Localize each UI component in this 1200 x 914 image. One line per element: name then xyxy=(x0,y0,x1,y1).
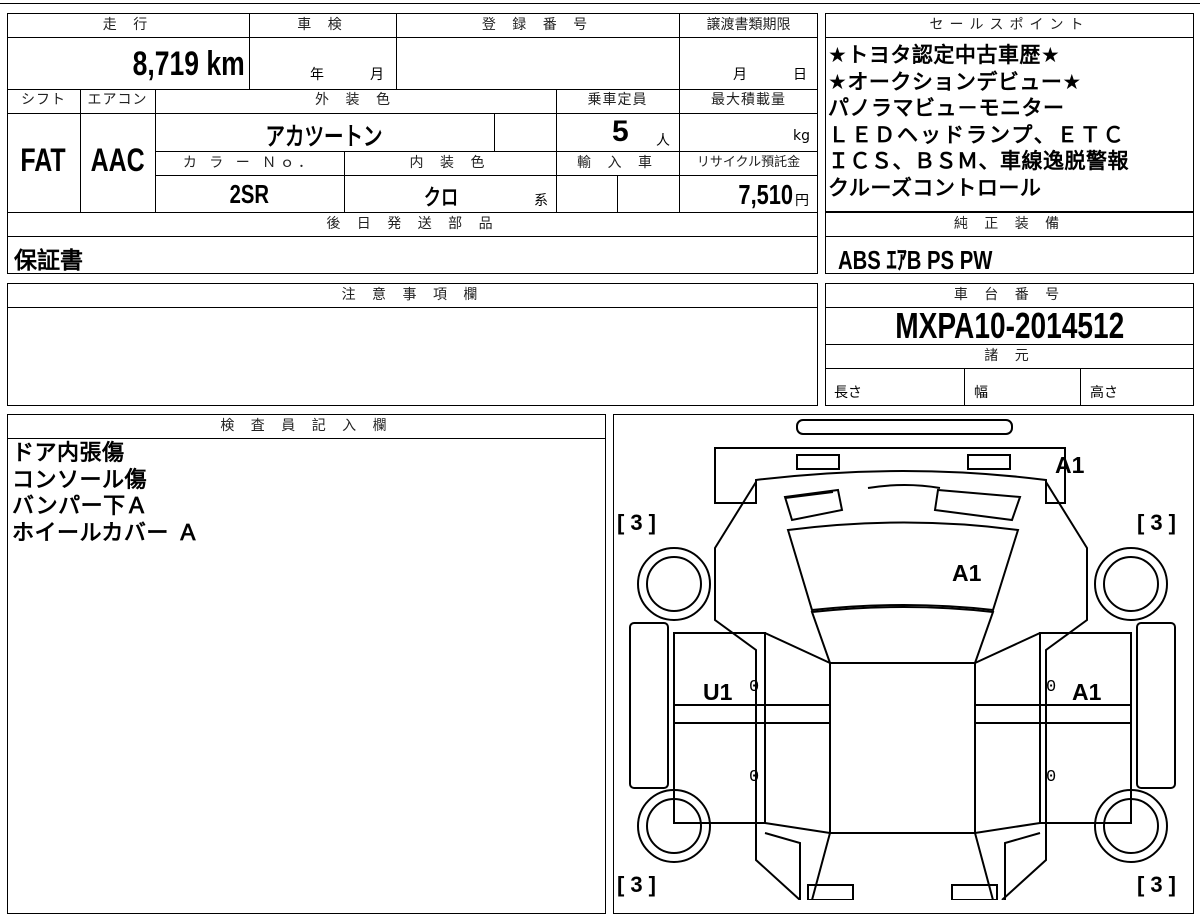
zero-left-front: 0 xyxy=(749,768,760,787)
color-no-value: 2SR xyxy=(229,179,270,209)
exterior-color-header: 外 装 色 xyxy=(315,92,396,108)
genuine-equipment-header: 純 正 装 備 xyxy=(953,216,1066,232)
zero-right-rear: 0 xyxy=(1046,678,1057,697)
sales-points-header: セールスポイント xyxy=(929,17,1090,33)
tread-rear-right: [3] xyxy=(1137,510,1182,535)
shift-value: FAT xyxy=(20,142,67,178)
interior-color-header: 内 装 色 xyxy=(409,155,491,171)
tread-front-right: [3] xyxy=(1137,872,1182,897)
inspector-notes: ドア内張傷 コンソール傷 バンパー下Ａ ホイールカバー Ａ xyxy=(12,441,200,547)
max-load-header: 最大積載量 xyxy=(711,92,786,108)
rear-lamp-right xyxy=(967,454,1011,470)
rear-bumper-top xyxy=(796,419,1013,435)
recycle-fee-header: リサイクル預託金 xyxy=(696,155,801,170)
mark-right-door: A1 xyxy=(1072,679,1102,705)
color-no-header: カ ラ ー Ｎｏ． xyxy=(182,155,317,171)
transfer-month-unit: 月 xyxy=(733,67,747,83)
shift-header: シフト xyxy=(21,92,66,108)
left-side-strip xyxy=(629,622,669,789)
interior-color-unit: 系 xyxy=(534,193,548,209)
inspector-note: ドア内張傷 xyxy=(12,441,125,466)
transfer-deadline-header: 譲渡書類期限 xyxy=(706,17,791,33)
spec-height-label: 高さ xyxy=(1090,385,1118,401)
spec-width-label: 幅 xyxy=(974,385,988,401)
mileage-header: 走 行 xyxy=(102,17,154,33)
backdoor-glass xyxy=(786,521,1020,612)
inspector-header: 検 査 員 記 入 欄 xyxy=(220,418,393,434)
sales-points-list: ★トヨタ認定中古車歴★ ★オークションデビュー★ パノラマビュ－モニター ＬＥＤ… xyxy=(828,42,1192,201)
inspection-header: 車 検 xyxy=(297,17,348,33)
sales-point: ★トヨタ認定中古車歴★ xyxy=(828,43,1061,67)
sales-point: ＬＥＤヘッドランプ、ＥＴＣ xyxy=(828,122,1126,147)
zero-left-rear: 0 xyxy=(749,678,760,697)
notes-header: 注 意 事 項 欄 xyxy=(341,287,484,303)
chassis-header: 車 台 番 号 xyxy=(953,287,1066,303)
later-parts-value: 保証書 xyxy=(14,248,83,274)
genuine-equipment-value: ABS ｴｱB PS PW xyxy=(838,245,993,275)
aircon-value: AAC xyxy=(90,142,145,178)
inspector-note: ホイールカバー Ａ xyxy=(12,520,200,546)
specs-header: 諸 元 xyxy=(984,348,1035,364)
sales-point: ＩＣＳ、ＢＳＭ、車線逸脱警報 xyxy=(828,149,1129,173)
tread-rear-left: [3] xyxy=(617,510,662,535)
sales-point: パノラマビュ－モニター xyxy=(828,96,1065,120)
later-parts-header: 後 日 発 送 部 品 xyxy=(326,216,499,232)
inspector-note: バンパー下Ａ xyxy=(12,494,149,519)
rear-panel xyxy=(714,447,1066,504)
recycle-fee-unit: 円 xyxy=(795,193,809,209)
spec-length-label: 長さ xyxy=(834,385,862,401)
aircon-header: エアコン xyxy=(87,92,148,108)
mileage-value: 8,719 km xyxy=(132,45,245,83)
mark-roof: A1 xyxy=(952,560,982,586)
interior-color-value: クロ xyxy=(424,186,459,211)
registration-header: 登 録 番 号 xyxy=(481,17,594,33)
inspection-month-unit: 月 xyxy=(370,67,384,83)
transfer-day-unit: 日 xyxy=(793,67,807,83)
exterior-color-value: アカツートン xyxy=(265,122,383,151)
tread-front-left: [3] xyxy=(617,872,662,897)
capacity-value: 5 xyxy=(612,115,629,148)
right-side-strip xyxy=(1136,622,1176,789)
inspection-year-unit: 年 xyxy=(310,67,324,83)
zero-right-front: 0 xyxy=(1046,768,1057,787)
car-damage-diagram xyxy=(629,419,1176,900)
rear-glass-right xyxy=(933,488,1022,522)
mark-rear-bumper: A1 xyxy=(1055,452,1085,478)
max-load-unit: kg xyxy=(793,128,810,144)
recycle-fee-value: 7,510 xyxy=(738,179,793,210)
sales-point: クルーズコントロール xyxy=(828,175,1042,200)
capacity-header: 乗車定員 xyxy=(587,92,648,108)
rear-lamp-left xyxy=(796,454,840,470)
roof-panel xyxy=(829,662,976,834)
chassis-number: MXPA10-2014512 xyxy=(895,305,1124,346)
capacity-unit: 人 xyxy=(656,133,670,149)
mark-left-door: U1 xyxy=(703,679,733,705)
sales-point: ★オークションデビュー★ xyxy=(828,69,1082,94)
roof-rear xyxy=(810,606,995,664)
inspector-note: コンソール傷 xyxy=(12,467,148,493)
wheel-left-rear xyxy=(637,547,711,621)
import-header: 輸 入 車 xyxy=(577,155,658,171)
wheel-right-rear xyxy=(1094,547,1168,621)
